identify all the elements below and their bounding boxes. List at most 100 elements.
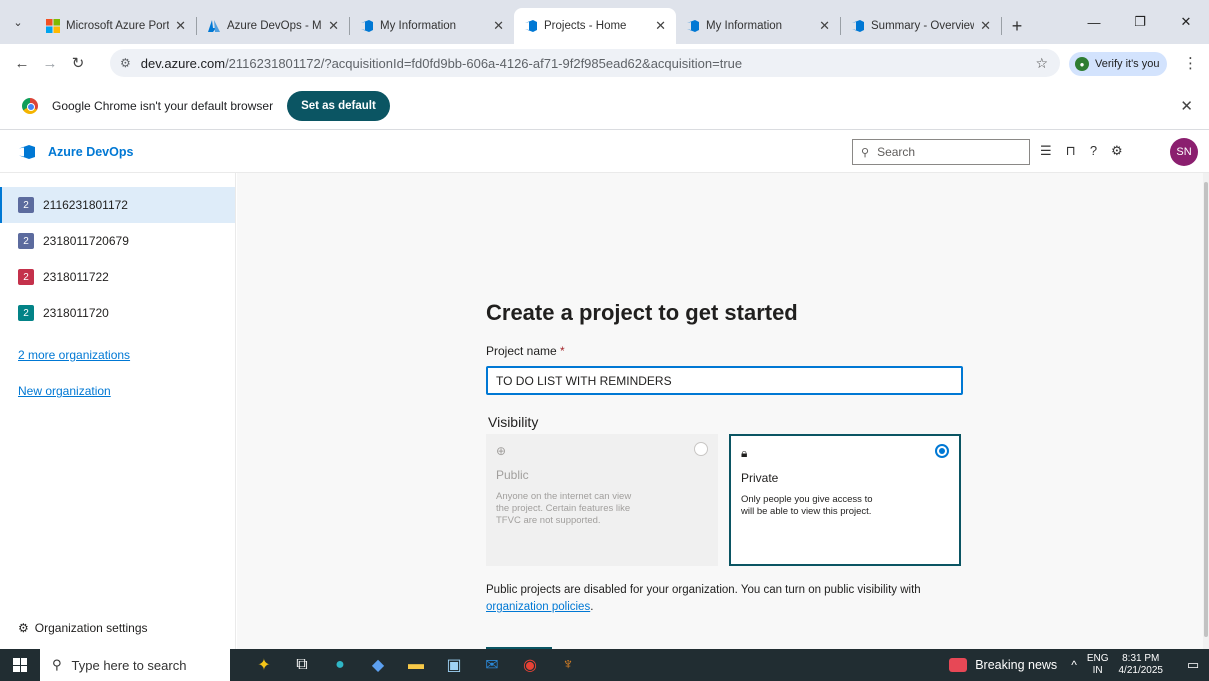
close-tab-icon[interactable]: ✕ <box>493 18 504 34</box>
back-icon[interactable]: ← <box>8 55 36 72</box>
organization-policies-link[interactable]: organization policies <box>486 601 590 613</box>
organization-settings-link[interactable]: ⚙ Organization settings <box>18 621 148 635</box>
task-view-icon[interactable]: ⧉ <box>292 656 312 674</box>
browser-tab[interactable]: My Information ✕ <box>676 8 840 44</box>
news-widget[interactable]: Breaking news <box>949 658 1057 672</box>
sidebar-item-organization[interactable]: 2 2318011722 <box>0 259 235 295</box>
help-icon[interactable]: ? <box>1090 143 1097 159</box>
set-as-default-button[interactable]: Set as default <box>287 90 390 121</box>
public-radio[interactable] <box>694 442 708 456</box>
address-bar[interactable]: ⚙ dev.azure.com/2116231801172/?acquisiti… <box>110 49 1060 77</box>
taskbar-search-input[interactable]: ⚲ Type here to search <box>40 649 230 681</box>
system-tray: Breaking news ^ ENG IN 8:31 PM 4/21/2025… <box>949 649 1209 681</box>
news-label: Breaking news <box>975 658 1058 672</box>
clock[interactable]: 8:31 PM 4/21/2025 <box>1119 653 1164 677</box>
org-name: 2318011722 <box>43 270 109 284</box>
org-name: 2318011720679 <box>43 234 129 248</box>
close-infobar-icon[interactable]: ✕ <box>1180 97 1193 115</box>
default-browser-infobar: Google Chrome isn't your default browser… <box>0 82 1209 130</box>
new-tab-button[interactable]: + <box>1002 8 1032 44</box>
azure-devops-logo-icon <box>525 20 537 32</box>
sidebar-item-organization[interactable]: 2 2318011720679 <box>0 223 235 259</box>
browser-toolbar: ← → ↻ ⚙ dev.azure.com/2116231801172/?acq… <box>0 44 1209 82</box>
restore-icon[interactable]: ❐ <box>1117 14 1163 30</box>
microsoft-store-icon[interactable]: ▣ <box>444 655 464 675</box>
browser-tab[interactable]: Summary - Overview ✕ <box>841 8 1001 44</box>
public-description: Anyone on the internet can view the proj… <box>496 491 632 526</box>
tab-title: My Information <box>380 20 457 32</box>
avatar[interactable]: SN <box>1170 138 1198 166</box>
visibility-label: Visibility <box>488 414 539 430</box>
edge-browser-icon[interactable]: ● <box>330 656 350 674</box>
more-menu-icon[interactable]: ⋮ <box>1183 54 1198 72</box>
close-tab-icon[interactable]: ✕ <box>819 18 830 34</box>
windows-logo-icon <box>13 658 27 672</box>
user-settings-icon[interactable]: ⚙ <box>1111 143 1123 159</box>
note-period: . <box>590 601 594 613</box>
gear-icon: ⚙ <box>18 621 29 635</box>
verify-identity-button[interactable]: ● Verify it's you <box>1069 52 1168 76</box>
bookmark-star-icon[interactable]: ☆ <box>1035 55 1048 72</box>
browser-tab[interactable]: My Information ✕ <box>350 8 514 44</box>
clock-date: 4/21/2025 <box>1118 665 1164 676</box>
task-list-icon[interactable]: ☰ <box>1040 143 1052 159</box>
tab-title: Projects - Home <box>544 20 627 32</box>
browser-tab[interactable]: Azure DevOps - Micr ✕ <box>197 8 349 44</box>
chrome-logo-icon <box>22 97 38 114</box>
note-text: Public projects are disabled for your or… <box>486 584 921 596</box>
minimize-icon[interactable]: — <box>1071 15 1117 30</box>
visibility-option-private[interactable]: 🔒︎ Private Only people you give access t… <box>729 434 961 566</box>
app-icon[interactable]: ♆ <box>558 656 578 674</box>
tab-title: Azure DevOps - Micr <box>227 20 322 32</box>
project-name-label: Project name * <box>486 344 565 358</box>
org-badge: 2 <box>18 305 34 321</box>
start-button[interactable] <box>0 649 40 681</box>
url-path: /2116231801172/?acquisitionId=fd0fd9bb-6… <box>225 55 743 71</box>
search-icon: ⚲ <box>52 657 62 672</box>
close-window-icon[interactable]: ✕ <box>1163 14 1209 30</box>
news-icon <box>949 658 968 672</box>
reload-icon[interactable]: ↻ <box>64 54 92 72</box>
azure-devops-logo-icon <box>687 20 699 32</box>
scrollbar-thumb[interactable] <box>1204 182 1208 637</box>
language-indicator[interactable]: ENG IN <box>1087 653 1109 677</box>
more-organizations-link[interactable]: 2 more organizations <box>0 337 235 373</box>
visibility-option-public[interactable]: ⊕ Public Anyone on the internet can view… <box>486 434 718 566</box>
private-title: Private <box>741 471 779 485</box>
close-tab-icon[interactable]: ✕ <box>655 18 666 34</box>
project-name-label-text: Project name <box>486 344 557 358</box>
browser-tab-active[interactable]: Projects - Home ✕ <box>514 8 676 44</box>
required-asterisk: * <box>560 344 565 358</box>
forward-icon[interactable]: → <box>36 55 64 72</box>
copilot-sparkle-icon[interactable]: ✦ <box>254 655 274 675</box>
url-host: dev.azure.com <box>140 55 226 71</box>
organization-sidebar: 2 2116231801172 2 2318011720679 2 231801… <box>0 173 236 649</box>
site-info-icon[interactable]: ⚙ <box>120 56 131 70</box>
copilot-app-icon[interactable]: ◆ <box>368 655 388 675</box>
product-name[interactable]: Azure DevOps <box>48 145 133 159</box>
chrome-icon[interactable]: ◉ <box>520 655 540 675</box>
file-explorer-icon[interactable]: ▬ <box>406 656 426 674</box>
search-icon: ⚲ <box>861 146 870 159</box>
azure-devops-logo-icon[interactable] <box>18 144 36 160</box>
project-name-input[interactable] <box>486 366 963 395</box>
chevron-up-icon[interactable]: ^ <box>1071 658 1077 672</box>
outlook-icon[interactable]: ✉ <box>482 655 502 675</box>
tab-search-chevron-icon[interactable]: ⌄ <box>0 0 36 44</box>
tab-title: My Information <box>706 20 783 32</box>
org-name: 2318011720 <box>43 306 109 320</box>
browser-tab[interactable]: Microsoft Azure Porta ✕ <box>36 8 196 44</box>
lang-top: ENG <box>1086 653 1109 664</box>
shopping-bag-icon[interactable]: ⊓ <box>1066 143 1076 159</box>
notification-icon[interactable]: ▭ <box>1177 657 1209 673</box>
sidebar-item-organization[interactable]: 2 2318011720 <box>0 295 235 331</box>
new-organization-link[interactable]: New organization <box>0 373 235 409</box>
search-input[interactable]: ⚲ Search <box>852 139 1030 165</box>
lock-icon: 🔒︎ <box>741 446 748 460</box>
close-tab-icon[interactable]: ✕ <box>980 18 991 34</box>
sidebar-item-organization[interactable]: 2 2116231801172 <box>0 187 235 223</box>
close-tab-icon[interactable]: ✕ <box>175 18 186 34</box>
private-radio[interactable] <box>935 444 949 458</box>
close-tab-icon[interactable]: ✕ <box>328 18 339 34</box>
page-title: Create a project to get started <box>486 300 798 325</box>
